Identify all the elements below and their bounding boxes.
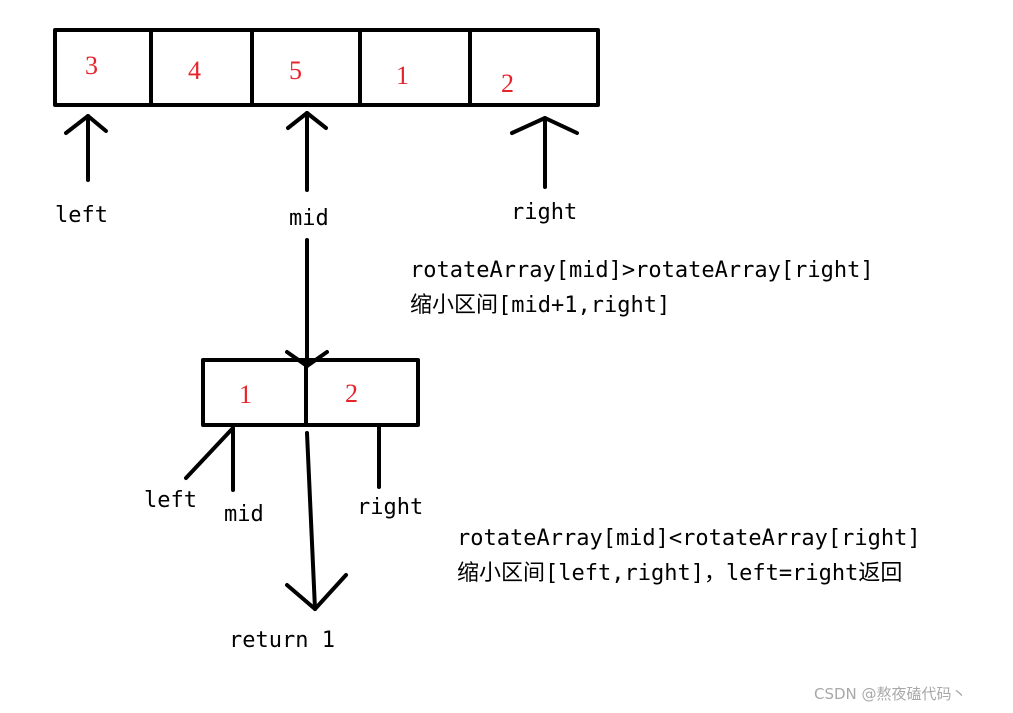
left-pointer-line <box>184 426 235 480</box>
watermark: CSDN @熬夜磕代码丶 <box>814 685 967 703</box>
right-pointer-arrow <box>510 116 579 189</box>
left-label: left <box>55 203 108 228</box>
top-array: 3 4 5 1 2 <box>53 28 600 107</box>
step1-action: 缩小区间[mid+1,right] <box>410 293 670 318</box>
bottom-array: 1 2 <box>201 358 420 427</box>
result-label: return 1 <box>229 628 335 653</box>
cell-value: 5 <box>289 56 302 85</box>
diagram: 3 4 5 1 2 left mid right rotateArray[mid… <box>53 28 967 703</box>
left-pointer-arrow <box>64 114 108 182</box>
diagram-canvas: 3 4 5 1 2 left mid right rotateArray[mid… <box>0 0 1013 713</box>
step2-arrow <box>285 431 348 611</box>
right-label: right <box>511 200 577 225</box>
mid-label: mid <box>224 502 264 527</box>
cell-value: 4 <box>188 56 201 85</box>
cell-value: 2 <box>345 379 358 408</box>
cell-value: 1 <box>239 380 252 409</box>
left-label: left <box>144 488 197 513</box>
mid-pointer-arrow <box>286 111 328 192</box>
mid-label: mid <box>289 206 329 231</box>
cell-value: 2 <box>501 69 514 98</box>
step2-condition: rotateArray[mid]<rotateArray[right] <box>457 526 921 551</box>
right-label: right <box>357 495 423 520</box>
top-array-box <box>53 28 600 107</box>
bottom-array-box <box>201 358 420 427</box>
cell-value: 3 <box>85 51 98 80</box>
cell-value: 1 <box>396 61 409 90</box>
step1-arrow <box>285 238 329 368</box>
step1-condition: rotateArray[mid]>rotateArray[right] <box>410 258 874 283</box>
step2-action: 缩小区间[left,right]，left=right返回 <box>457 561 902 586</box>
